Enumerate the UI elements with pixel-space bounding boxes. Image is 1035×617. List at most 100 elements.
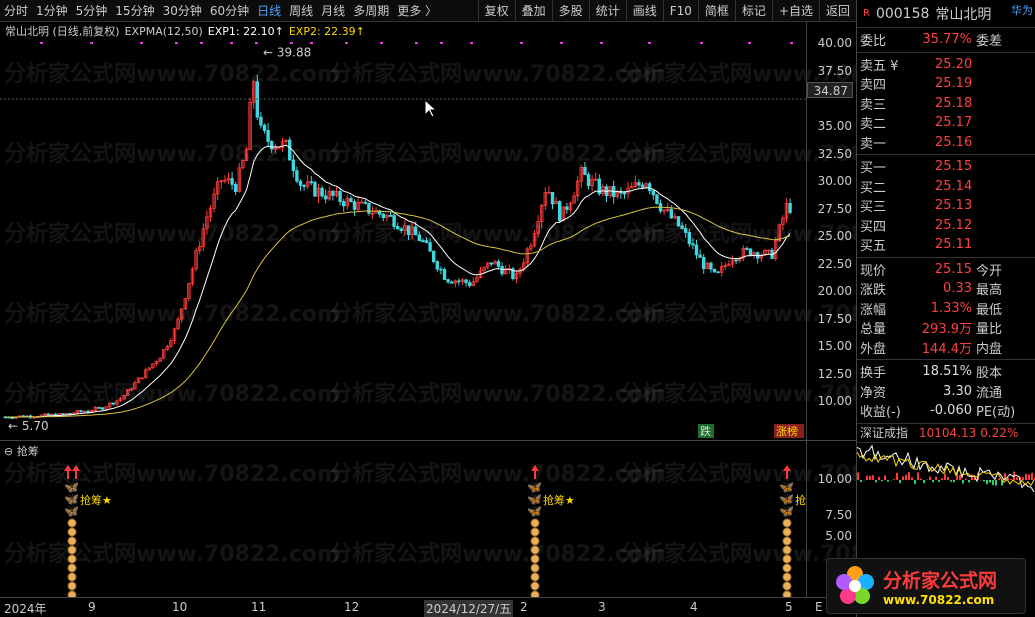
- kline-candle: [388, 215, 393, 217]
- kline-candle: [266, 130, 270, 142]
- coin-icon: [530, 572, 540, 582]
- sell-row[interactable]: 卖三 25.18: [857, 94, 1035, 114]
- tab-multi-period[interactable]: 多周期: [349, 0, 393, 22]
- date-tick: 4: [690, 600, 698, 614]
- mouse-cursor-icon: [424, 99, 438, 118]
- buy-price: 25.14: [935, 178, 973, 194]
- coin-icon: [530, 563, 540, 573]
- tab-1min[interactable]: 1分钟: [32, 0, 72, 22]
- buy-label: 买四: [860, 219, 887, 235]
- quote-label: 涨幅: [860, 302, 887, 318]
- quote-value: 1.33%: [930, 300, 972, 316]
- buy-row[interactable]: 买一 25.15: [857, 157, 1035, 177]
- kline-candle: [111, 402, 115, 405]
- sell-row[interactable]: 卖四 25.19: [857, 74, 1035, 94]
- price-tick: 15.00: [817, 339, 852, 353]
- quote-label2: 最高: [976, 283, 1003, 299]
- quote-panel: R 000158 常山北明 华为 委比 35.77% 委差 卖五 ¥ 25.20 …: [856, 0, 1035, 617]
- volume-bar: [911, 477, 913, 480]
- kline-candle: [233, 184, 238, 192]
- tab-daily[interactable]: 日线: [253, 0, 285, 22]
- add-watchlist-button[interactable]: +自选: [771, 0, 819, 22]
- fuquan-button[interactable]: 复权: [477, 0, 515, 22]
- kline-candle: [712, 268, 717, 273]
- sell-row[interactable]: 卖五 ¥ 25.20: [857, 55, 1035, 75]
- kline-candle: [435, 261, 439, 270]
- volume-bar: [995, 480, 997, 486]
- kline-candle: [100, 407, 105, 410]
- kline-candle: [467, 282, 472, 286]
- sell-row[interactable]: 卖二 25.17: [857, 113, 1035, 133]
- tab-more[interactable]: 更多 〉: [393, 0, 441, 22]
- tab-weekly[interactable]: 周线: [285, 0, 317, 22]
- tab-monthly[interactable]: 月线: [317, 0, 349, 22]
- tab-60min[interactable]: 60分钟: [206, 0, 253, 22]
- simple-frame-button[interactable]: 简框: [697, 0, 735, 22]
- sub-chart-title-wrap: ⊖ 抢筹: [4, 443, 39, 459]
- volume-bar: [986, 480, 988, 485]
- coin-icon: [67, 545, 77, 555]
- quote-value: 293.9万: [921, 322, 972, 338]
- kline-candle: [788, 202, 792, 213]
- buy-row[interactable]: 买二 25.14: [857, 177, 1035, 197]
- kline-candle: [716, 271, 720, 274]
- overlay-button[interactable]: 叠加: [514, 0, 552, 22]
- kline-svg[interactable]: ← 39.88 ← 5.70 跌 涨榜: [0, 40, 806, 440]
- volume-bar: [1010, 479, 1012, 480]
- kline-candle: [298, 180, 303, 186]
- kline-candle: [392, 215, 396, 227]
- kline-candle: [363, 201, 367, 204]
- buy-row[interactable]: 买四 25.12: [857, 216, 1035, 236]
- stats-button[interactable]: 统计: [588, 0, 626, 22]
- quote-label: 现价: [860, 263, 887, 279]
- draw-line-button[interactable]: 画线: [625, 0, 663, 22]
- volume-bar: [878, 476, 880, 480]
- volume-bar: [899, 480, 901, 484]
- volume-bar: [929, 476, 931, 480]
- f10-button[interactable]: F10: [662, 0, 698, 22]
- tab-30min[interactable]: 30分钟: [159, 0, 206, 22]
- date-tick: 2024/12/27/五: [424, 600, 514, 617]
- kline-candle: [680, 225, 684, 229]
- coin-icon: [782, 518, 792, 528]
- mark-button[interactable]: 标记: [734, 0, 772, 22]
- sell-label: 卖三: [860, 97, 887, 113]
- tab-fenshi[interactable]: 分时: [0, 0, 32, 22]
- butterfly-icon: 🦋: [64, 504, 79, 518]
- price-tick: 25.00: [817, 229, 852, 243]
- date-axis: 2024年 9 10 11 12 2024/12/27/五 2 3 4 5 E: [0, 597, 856, 617]
- fund-label: 收益(-): [860, 405, 901, 421]
- exp2-line: [5, 206, 791, 418]
- kline-candle: [259, 116, 263, 126]
- sell-price: 25.18: [935, 95, 973, 111]
- price-axis: 40.00 37.50 35.00 32.50 30.00 27.50 25.0…: [806, 22, 856, 440]
- back-button[interactable]: 返回: [818, 0, 856, 22]
- kline-candle: [302, 184, 306, 187]
- buy-row[interactable]: 买三 25.13: [857, 196, 1035, 216]
- qiangchou-chart[interactable]: ⊖ 抢筹 🦋🦋🦋抢筹★🦋🦋🦋抢筹★🦋🦋🦋抢筹★: [0, 440, 827, 600]
- tab-15min[interactable]: 15分钟: [111, 0, 158, 22]
- fund-value: -0.060: [930, 403, 972, 419]
- tab-5min[interactable]: 5分钟: [72, 0, 112, 22]
- sell-price: 25.20: [935, 56, 973, 72]
- buy-price: 25.12: [935, 217, 973, 233]
- sell-row[interactable]: 卖一 25.16: [857, 133, 1035, 153]
- price-tick: 27.50: [817, 202, 852, 216]
- kline-candle: [61, 413, 65, 415]
- multi-stock-button[interactable]: 多股: [551, 0, 589, 22]
- index-mini-chart[interactable]: [856, 420, 1035, 550]
- weibi-label: 委比: [860, 34, 887, 50]
- collapse-icon[interactable]: ⊖: [4, 445, 13, 458]
- high-label: ← 39.88: [263, 45, 311, 59]
- buy-row[interactable]: 买五 25.11: [857, 235, 1035, 255]
- kline-candle: [352, 201, 357, 210]
- coin-icon: [530, 527, 540, 537]
- volume-bar: [884, 475, 886, 480]
- indicator-name[interactable]: EXPMA(12,50): [125, 25, 203, 38]
- signal-dot: [290, 42, 293, 44]
- signal-dot: [648, 42, 651, 44]
- signal-dot: [40, 42, 43, 44]
- kline-candle: [399, 228, 403, 231]
- kline-chart[interactable]: ← 39.88 ← 5.70 跌 涨榜: [0, 40, 806, 440]
- up-arrow-icon: [72, 465, 80, 471]
